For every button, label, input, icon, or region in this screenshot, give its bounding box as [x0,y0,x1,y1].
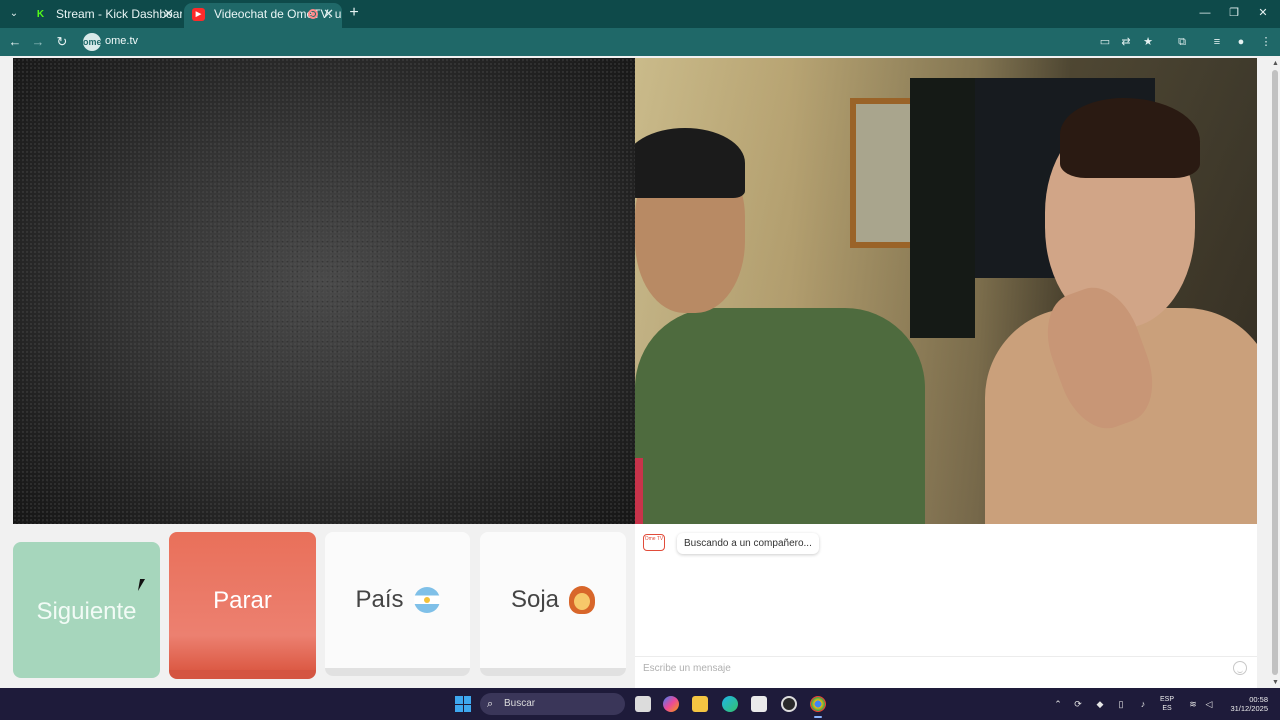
stop-button-label: Parar [213,587,272,614]
taskbar-clock[interactable]: 00:58 31/12/2025 [1222,695,1268,713]
emoji-icon[interactable] [1233,661,1247,675]
ometv-logo: Ome TV [643,534,665,551]
bookmark-star-icon[interactable]: ★ [1140,34,1156,50]
window-close-button[interactable]: ✕ [1248,4,1278,22]
stop-button[interactable]: Parar [169,532,316,679]
close-icon[interactable]: ✕ [323,3,334,25]
maximize-button[interactable]: ❐ [1219,4,1249,22]
address-bar[interactable]: ome ome.tv [80,31,1090,53]
browser-menu-icon[interactable]: ⋮ [1258,34,1274,50]
usb-icon[interactable]: ▯ [1115,698,1127,710]
app-tray-icon[interactable]: ◆ [1094,698,1106,710]
partner-camera-video [635,58,1257,524]
clock-time: 00:58 [1249,695,1268,704]
browser-toolbar: ← → ↻ ome ome.tv ▭ ⇄ ★ ⧉ ≡ ● ⋮ [0,28,1280,56]
woman-emoji-icon [569,586,596,614]
tab-search-chevron-icon[interactable]: ⌄ [5,5,23,23]
country-button-label: País [355,586,404,613]
ometv-icon: ▶ [192,8,205,21]
minimize-button[interactable]: — [1190,4,1220,22]
system-message: Buscando a un compañero... [677,533,819,554]
browser-tabstrip: ⌄ K Stream - Kick Dashboard ✕ ▶ Videocha… [0,0,1280,28]
message-input[interactable]: Escribe un mensaje [635,656,1257,678]
chevron-up-icon[interactable]: ⌃ [1052,698,1064,710]
task-view-icon[interactable] [635,696,651,712]
video-person [635,308,925,524]
windows-start-icon[interactable] [455,696,471,712]
ometv-page: Siguiente Parar País Soja Ome TV Buscand… [0,56,1280,688]
back-button[interactable]: ← [6,33,24,51]
translate-icon[interactable]: ⇄ [1118,34,1134,50]
forward-button[interactable]: → [29,33,47,51]
extensions-icon[interactable]: ⧉ [1174,34,1190,50]
file-explorer-icon[interactable] [692,696,708,712]
scroll-up-icon[interactable]: ▲ [1272,60,1279,67]
cast-icon[interactable]: ▭ [1097,34,1113,50]
chrome-icon[interactable] [810,696,826,718]
url-text[interactable]: ome.tv [105,35,138,47]
country-filter-button[interactable]: País [325,532,470,676]
chat-panel: Ome TV Buscando a un compañero... Escrib… [635,524,1257,688]
tab-ometv[interactable]: ▶ Videochat de OmeTV: una ✕ [184,3,342,28]
sync-icon[interactable]: ⟳ [1072,698,1084,710]
reload-button[interactable]: ↻ [53,33,71,51]
video-person [635,128,745,198]
argentina-flag-icon [413,587,440,613]
next-button[interactable]: Siguiente [13,542,160,678]
close-icon[interactable]: ✕ [163,3,174,25]
media-controls-icon[interactable]: ≡ [1209,34,1225,50]
microphone-icon[interactable]: ♪ [1137,698,1149,710]
video-scene [635,458,643,524]
volume-icon[interactable]: ◁ [1203,698,1215,710]
self-camera-video [13,58,635,524]
kick-icon: K [36,9,45,20]
taskbar-search-label: Buscar [504,698,536,709]
store-icon[interactable] [751,696,767,712]
edge-icon[interactable] [722,696,738,712]
keyboard-layout: ES [1162,705,1172,712]
scroll-down-icon[interactable]: ▼ [1272,679,1279,686]
obs-icon[interactable] [781,696,797,712]
tab-kick-dashboard[interactable]: K Stream - Kick Dashboard ✕ [26,3,182,28]
gender-button-label: Soja [510,586,560,613]
video-scene [910,78,975,338]
site-info-icon[interactable]: ome [83,33,102,51]
clock-date: 31/12/2025 [1230,704,1268,713]
scroll-thumb[interactable] [1272,70,1278,675]
profile-avatar[interactable]: ● [1233,34,1249,50]
new-tab-button[interactable]: + [346,5,362,21]
mouse-cursor-icon [137,579,151,591]
page-scrollbar[interactable]: ▲ ▼ [1270,58,1280,688]
copilot-icon[interactable] [663,696,679,712]
next-button-label: Siguiente [36,597,137,625]
language-indicator[interactable]: ESP ES [1160,695,1174,713]
recording-indicator-icon [308,9,318,19]
wifi-icon[interactable]: ≋ [1187,698,1199,710]
language-code: ESP [1160,696,1175,703]
search-icon: ⌕ [487,698,494,710]
taskbar-search[interactable]: ⌕ Buscar [480,693,625,715]
message-input-placeholder: Escribe un mensaje [643,663,731,674]
windows-taskbar: ⌕ Buscar ⌃ ⟳ ◆ ▯ ♪ ESP ES ≋ ◁ 00:58 31/1… [0,688,1280,720]
gender-filter-button[interactable]: Soja [480,532,626,676]
